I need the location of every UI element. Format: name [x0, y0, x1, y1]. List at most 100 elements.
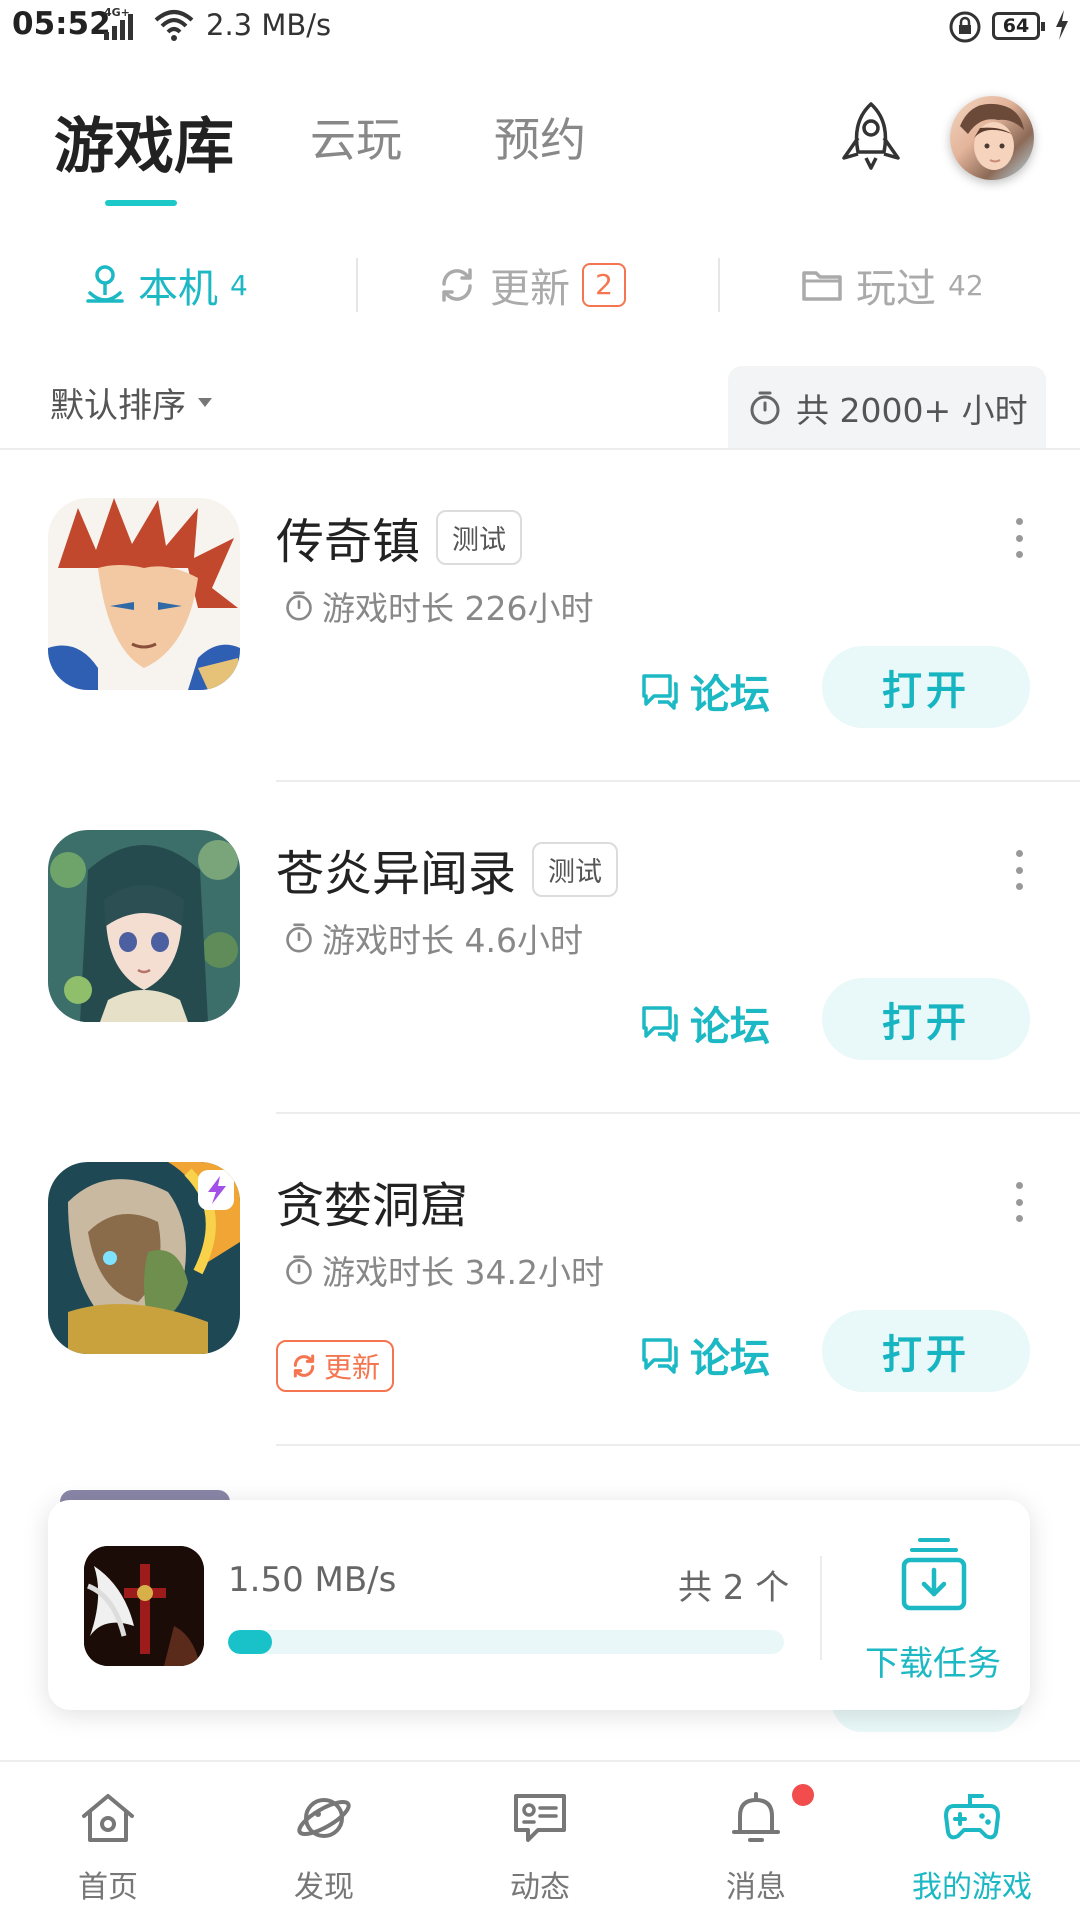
game-title-row: 贪婪洞窟: [276, 1166, 468, 1236]
notification-dot: [792, 1784, 814, 1806]
more-options-icon[interactable]: [1014, 850, 1024, 890]
total-play-time: 共 2000+ 小时: [728, 366, 1046, 450]
caret-down-icon: [198, 398, 212, 407]
nav-messages-label: 消息: [726, 1870, 786, 1905]
chat-bubble-icon: [642, 674, 678, 710]
forum-label: 论坛: [690, 1004, 770, 1050]
status-bar: 05:52 4G+ 2.3 MB/s 64: [0, 0, 1080, 56]
game-title: 贪婪洞窟: [276, 1178, 469, 1234]
test-tag: 测试: [436, 509, 523, 565]
rocket-icon[interactable]: [836, 100, 906, 172]
download-total: 共 2 个: [678, 1568, 790, 1608]
gamepad-icon: [944, 1794, 1000, 1840]
nav-home-label: 首页: [78, 1870, 138, 1905]
game-icon[interactable]: [48, 1162, 240, 1354]
game-icon[interactable]: [48, 830, 240, 1022]
tab-local[interactable]: 本机 4: [84, 252, 248, 318]
forum-button[interactable]: 论坛: [640, 994, 770, 1052]
stopwatch-icon: [286, 591, 312, 621]
game-play-time: 游戏时长 34.2小时: [284, 1246, 604, 1294]
tab-local-label: 本机: [138, 266, 218, 312]
tab-divider: [718, 258, 720, 312]
download-speed: 1.50 MB/s: [228, 1560, 397, 1600]
tab-local-count: 4: [230, 268, 248, 302]
active-tab-indicator: [105, 200, 177, 206]
bottom-nav: 首页 发现 动态 消息 我的游戏: [0, 1760, 1080, 1920]
game-play-time-text: 游戏时长 4.6小时: [322, 921, 583, 960]
game-play-time: 游戏时长 226小时: [284, 582, 593, 630]
stopwatch-icon: [286, 923, 312, 953]
tab-cloud-play[interactable]: 云玩: [310, 104, 402, 170]
game-title: 苍炎异闻录: [276, 846, 517, 902]
game-play-time: 游戏时长 4.6小时: [284, 914, 583, 962]
row-divider: [276, 1444, 1080, 1446]
tab-played-count: 42: [948, 268, 984, 302]
chat-bubble-icon: [642, 1338, 678, 1374]
update-badge[interactable]: 更新: [276, 1340, 395, 1392]
download-tasks-button[interactable]: 下载任务: [848, 1536, 1018, 1686]
tab-update[interactable]: 更新 2: [436, 252, 626, 318]
refresh-icon: [293, 1354, 315, 1378]
sort-label: 默认排序: [50, 386, 186, 426]
test-tag: 测试: [532, 841, 619, 897]
nav-my-games[interactable]: 我的游戏: [864, 1788, 1080, 1908]
refresh-icon: [442, 268, 472, 302]
game-icon[interactable]: [48, 498, 240, 690]
open-button[interactable]: 打开: [822, 978, 1030, 1060]
charging-icon: [1056, 10, 1068, 40]
open-button[interactable]: 打开: [822, 1310, 1030, 1392]
download-tasks-label: 下载任务: [865, 1644, 1001, 1684]
controller-person-icon: [86, 265, 124, 303]
battery-icon: 64: [992, 12, 1045, 40]
tab-game-library[interactable]: 游戏库: [54, 98, 234, 185]
download-card[interactable]: 1.50 MB/s 共 2 个 下载任务: [48, 1500, 1030, 1710]
game-title: 传奇镇: [276, 514, 421, 570]
nav-feed[interactable]: 动态: [432, 1788, 648, 1908]
nav-discover-label: 发现: [294, 1870, 354, 1905]
nav-home[interactable]: 首页: [0, 1788, 216, 1908]
downloading-game-icon: [84, 1546, 204, 1666]
open-button[interactable]: 打开: [822, 646, 1030, 728]
sort-dropdown[interactable]: 默认排序: [50, 378, 212, 427]
download-tray-icon: [901, 1538, 967, 1611]
nav-feed-label: 动态: [510, 1870, 570, 1905]
tab-played[interactable]: 玩过 42: [800, 252, 984, 318]
bell-icon: [732, 1792, 780, 1842]
update-count-badge: 2: [582, 263, 626, 307]
total-play-time-text: 共 2000+ 小时: [796, 391, 1028, 430]
tab-update-label: 更新: [490, 266, 570, 312]
download-progress-fill: [228, 1630, 273, 1654]
status-time: 05:52: [12, 6, 111, 42]
forum-label: 论坛: [690, 1336, 770, 1382]
feed-icon: [514, 1794, 566, 1842]
more-options-icon[interactable]: [1014, 1182, 1024, 1222]
network-type: 4G+: [104, 6, 130, 19]
user-avatar[interactable]: [950, 96, 1034, 180]
tab-reservation[interactable]: 预约: [494, 104, 586, 170]
more-options-icon[interactable]: [1014, 518, 1024, 558]
game-row[interactable]: 贪婪洞窟 游戏时长 34.2小时 更新 论坛 打开: [0, 1114, 1080, 1446]
stopwatch-icon: [286, 1255, 312, 1285]
forum-label: 论坛: [690, 672, 770, 718]
game-play-time-text: 游戏时长 226小时: [322, 589, 594, 628]
game-title-row: 传奇镇 测试: [276, 502, 523, 572]
rotation-lock-icon: [949, 11, 981, 43]
sub-tabs: 本机 4 更新 2 玩过 42: [0, 252, 1080, 318]
network-speed: 2.3 MB/s: [206, 8, 332, 42]
folder-icon: [802, 271, 842, 301]
game-title-row: 苍炎异闻录 测试: [276, 834, 619, 904]
game-row[interactable]: 传奇镇 测试 游戏时长 226小时 论坛 打开: [0, 450, 1080, 782]
nav-my-games-label: 我的游戏: [912, 1870, 1032, 1905]
forum-button[interactable]: 论坛: [640, 1326, 770, 1384]
signal-icon: 4G+: [104, 6, 133, 40]
tab-played-label: 玩过: [856, 266, 936, 312]
download-divider: [820, 1556, 822, 1660]
stopwatch-icon: [750, 391, 780, 425]
chat-bubble-icon: [642, 1006, 678, 1042]
forum-button[interactable]: 论坛: [640, 662, 770, 720]
nav-messages[interactable]: 消息: [648, 1784, 864, 1908]
game-play-time-text: 游戏时长 34.2小时: [322, 1253, 604, 1292]
game-row[interactable]: 苍炎异闻录 测试 游戏时长 4.6小时 论坛 打开: [0, 782, 1080, 1114]
nav-discover[interactable]: 发现: [216, 1788, 432, 1908]
download-progress-bar: [228, 1630, 784, 1654]
